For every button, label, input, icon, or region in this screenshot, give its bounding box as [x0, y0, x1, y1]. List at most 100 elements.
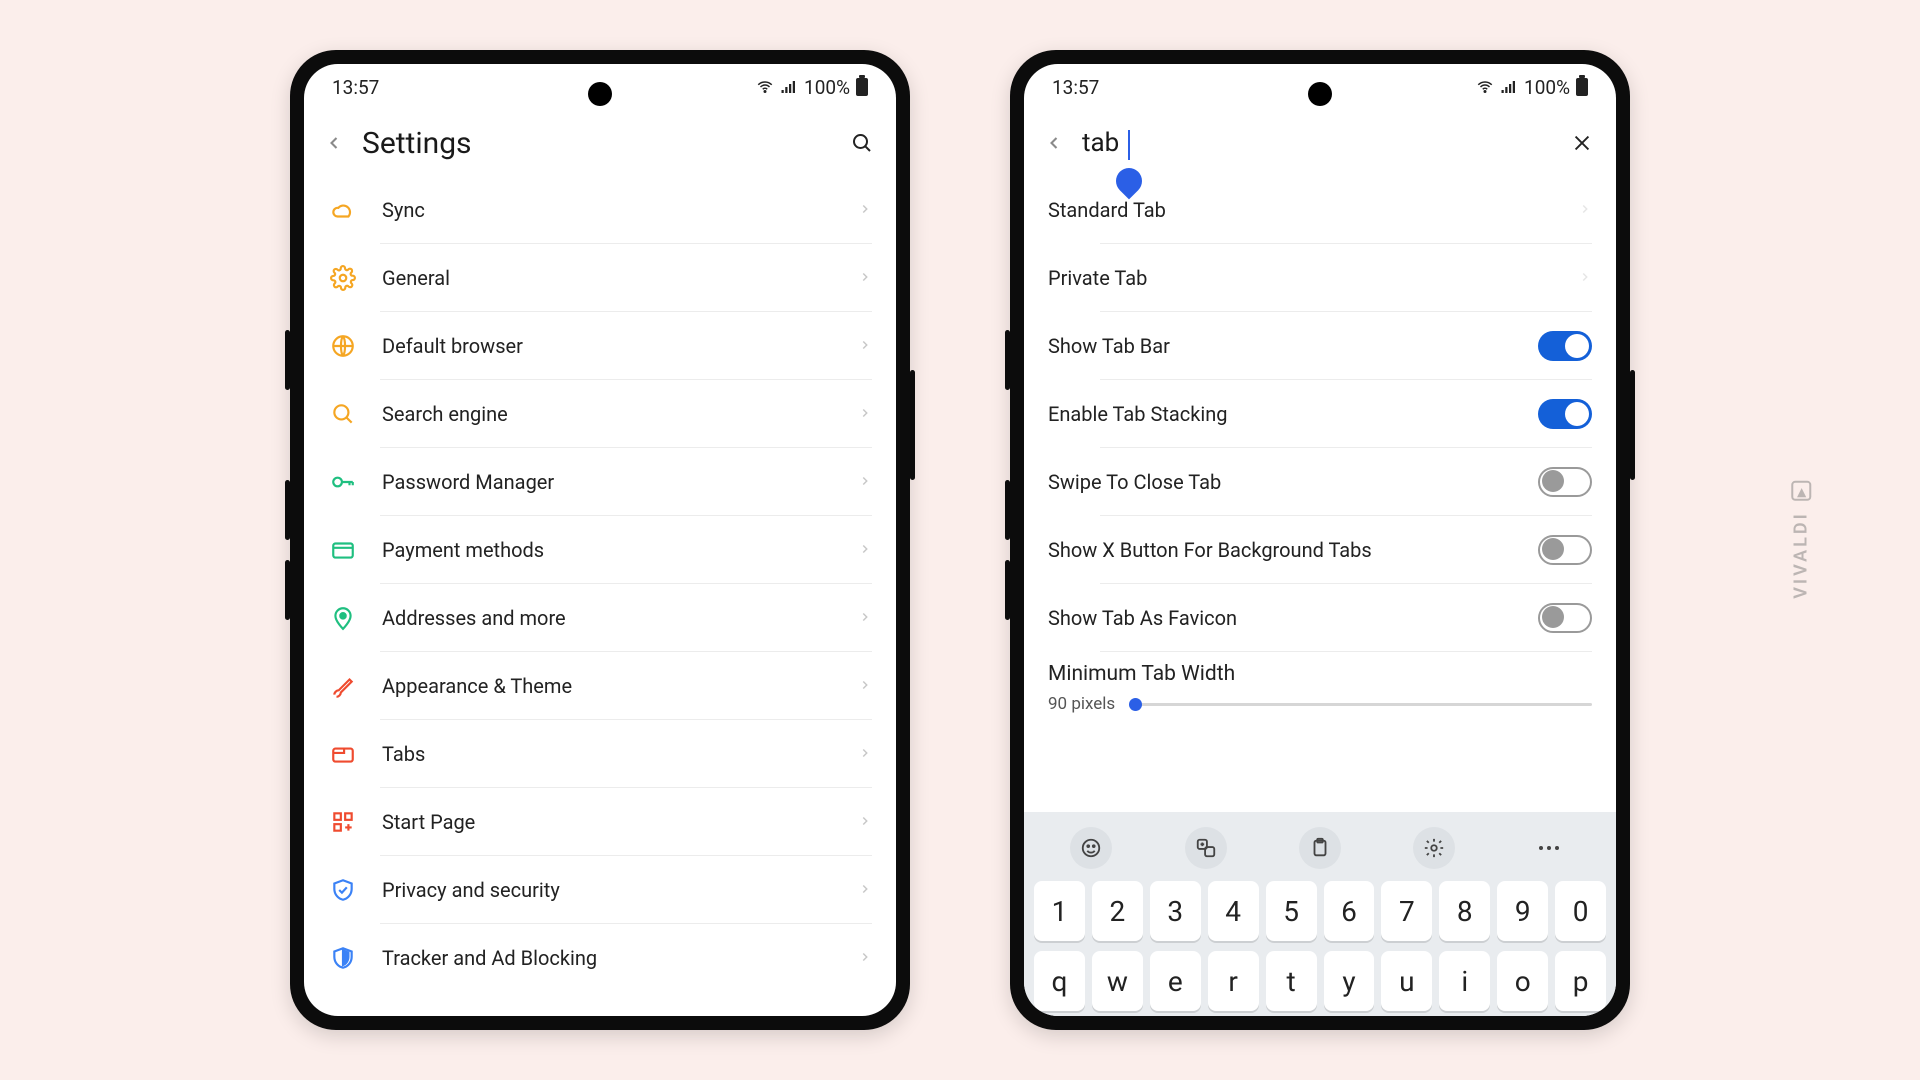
key-3[interactable]: 3: [1150, 881, 1201, 941]
gear-icon: [328, 263, 358, 293]
key-7[interactable]: 7: [1381, 881, 1432, 941]
slider-track[interactable]: [1129, 703, 1592, 706]
page-title: Settings: [362, 126, 834, 161]
search-bar: tab: [1024, 110, 1616, 176]
title-bar: Settings: [304, 110, 896, 176]
key-8[interactable]: 8: [1439, 881, 1490, 941]
toggle-tab-stacking[interactable]: [1538, 399, 1592, 429]
key-i[interactable]: i: [1439, 951, 1490, 1011]
result-label: Swipe To Close Tab: [1048, 470, 1514, 494]
settings-item-label: General: [382, 266, 834, 290]
settings-item-password-manager[interactable]: Password Manager: [304, 448, 896, 516]
key-e[interactable]: e: [1150, 951, 1201, 1011]
key-0[interactable]: 0: [1555, 881, 1606, 941]
brand-text: VIVALDI: [1791, 511, 1812, 599]
settings-item-payment-methods[interactable]: Payment methods: [304, 516, 896, 584]
back-button[interactable]: [1040, 129, 1068, 157]
search-button[interactable]: [848, 129, 876, 157]
chevron-right-icon: [858, 201, 872, 220]
keyboard-row-numbers: 1 2 3 4 5 6 7 8 9 0: [1024, 876, 1616, 946]
keyboard-row-qwerty: q w e r t y u i o p: [1024, 946, 1616, 1016]
translate-button[interactable]: [1185, 827, 1227, 869]
result-label: Enable Tab Stacking: [1048, 402, 1514, 426]
text-cursor: [1128, 130, 1130, 160]
settings-item-label: Sync: [382, 198, 834, 222]
slider-thumb[interactable]: [1129, 698, 1142, 711]
clipboard-button[interactable]: [1299, 827, 1341, 869]
settings-item-privacy[interactable]: Privacy and security: [304, 856, 896, 924]
key-r[interactable]: r: [1208, 951, 1259, 1011]
settings-item-general[interactable]: General: [304, 244, 896, 312]
result-enable-tab-stacking[interactable]: Enable Tab Stacking: [1024, 380, 1616, 448]
result-swipe-close-tab[interactable]: Swipe To Close Tab: [1024, 448, 1616, 516]
settings-item-default-browser[interactable]: Default browser: [304, 312, 896, 380]
settings-item-label: Appearance & Theme: [382, 674, 834, 698]
key-2[interactable]: 2: [1092, 881, 1143, 941]
chevron-right-icon: [858, 473, 872, 492]
back-button[interactable]: [320, 129, 348, 157]
shield-icon: [328, 943, 358, 973]
clear-button[interactable]: [1568, 129, 1596, 157]
chevron-right-icon: [1578, 269, 1592, 288]
settings-item-label: Payment methods: [382, 538, 834, 562]
key-w[interactable]: w: [1092, 951, 1143, 1011]
key-icon: [328, 467, 358, 497]
toggle-swipe-close[interactable]: [1538, 467, 1592, 497]
toggle-show-tab-bar[interactable]: [1538, 331, 1592, 361]
key-6[interactable]: 6: [1324, 881, 1375, 941]
slider-value: 90 pixels: [1048, 694, 1115, 714]
result-label: Show X Button For Background Tabs: [1048, 538, 1514, 562]
key-5[interactable]: 5: [1266, 881, 1317, 941]
key-u[interactable]: u: [1381, 951, 1432, 1011]
search-input[interactable]: tab: [1082, 128, 1554, 158]
settings-button[interactable]: [1413, 827, 1455, 869]
chevron-right-icon: [858, 677, 872, 696]
key-t[interactable]: t: [1266, 951, 1317, 1011]
battery-text: 100%: [804, 76, 850, 99]
settings-item-label: Password Manager: [382, 470, 834, 494]
screen-left: 13:57 100% Settings: [304, 64, 896, 1016]
settings-item-start-page[interactable]: Start Page: [304, 788, 896, 856]
result-label: Private Tab: [1048, 266, 1554, 290]
toggle-favicon[interactable]: [1538, 603, 1592, 633]
phone-right: 13:57 100% tab: [1010, 50, 1630, 1030]
result-show-x-button[interactable]: Show X Button For Background Tabs: [1024, 516, 1616, 584]
toggle-show-x[interactable]: [1538, 535, 1592, 565]
chevron-right-icon: [1578, 201, 1592, 220]
key-q[interactable]: q: [1034, 951, 1085, 1011]
shield-check-icon: [328, 875, 358, 905]
key-1[interactable]: 1: [1034, 881, 1085, 941]
settings-item-tabs[interactable]: Tabs: [304, 720, 896, 788]
result-standard-tab[interactable]: Standard Tab: [1024, 176, 1616, 244]
key-p[interactable]: p: [1555, 951, 1606, 1011]
settings-item-addresses[interactable]: Addresses and more: [304, 584, 896, 652]
globe-icon: [328, 331, 358, 361]
key-y[interactable]: y: [1324, 951, 1375, 1011]
status-icons: 100%: [756, 76, 868, 99]
more-button[interactable]: [1528, 827, 1570, 869]
settings-item-label: Tracker and Ad Blocking: [382, 946, 834, 970]
settings-item-sync[interactable]: Sync: [304, 176, 896, 244]
result-private-tab[interactable]: Private Tab: [1024, 244, 1616, 312]
battery-icon: [1576, 78, 1588, 96]
brush-icon: [328, 671, 358, 701]
wifi-icon: [756, 78, 774, 96]
result-show-tab-bar[interactable]: Show Tab Bar: [1024, 312, 1616, 380]
settings-item-tracker-blocking[interactable]: Tracker and Ad Blocking: [304, 924, 896, 992]
key-4[interactable]: 4: [1208, 881, 1259, 941]
settings-item-appearance[interactable]: Appearance & Theme: [304, 652, 896, 720]
search-text: tab: [1082, 128, 1119, 158]
battery-icon: [856, 78, 868, 96]
grid-icon: [328, 807, 358, 837]
result-label: Standard Tab: [1048, 198, 1554, 222]
result-tab-as-favicon[interactable]: Show Tab As Favicon: [1024, 584, 1616, 652]
key-9[interactable]: 9: [1497, 881, 1548, 941]
key-o[interactable]: o: [1497, 951, 1548, 1011]
emoji-button[interactable]: [1070, 827, 1112, 869]
status-icons: 100%: [1476, 76, 1588, 99]
settings-item-label: Privacy and security: [382, 878, 834, 902]
cloud-icon: [328, 195, 358, 225]
chevron-right-icon: [858, 541, 872, 560]
settings-item-search-engine[interactable]: Search engine: [304, 380, 896, 448]
clock: 13:57: [332, 76, 379, 99]
